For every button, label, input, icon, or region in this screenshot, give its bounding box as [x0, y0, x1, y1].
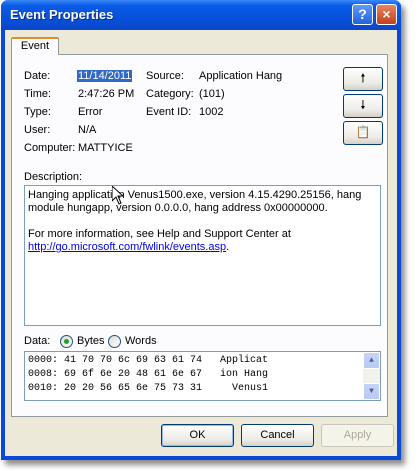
description-text: Hanging application Venus1500.exe, versi… [28, 189, 368, 254]
up-arrow-icon: 🠕 [360, 71, 366, 85]
previous-event-button[interactable]: 🠕 [343, 67, 383, 91]
data-scrollbar[interactable]: ▲ ▼ [363, 352, 380, 400]
source-label: Source: [146, 70, 184, 82]
event-properties-window: Event Properties ? × Event Date: 11/14/2… [1, 0, 401, 460]
link-suffix: . [226, 241, 230, 253]
title-bar[interactable]: Event Properties ? × [1, 0, 401, 30]
user-value: N/A [78, 124, 97, 136]
description-box[interactable]: Hanging application Venus1500.exe, versi… [24, 185, 381, 326]
category-value: (101) [199, 88, 225, 100]
words-radio[interactable] [108, 335, 121, 348]
data-row: 0010: 20 20 56 65 6e 75 73 31 Venus1 [28, 383, 269, 394]
window-title: Event Properties [10, 7, 114, 22]
selected-dot [64, 339, 69, 344]
description-line-3: For more information, see Help and Suppo… [28, 228, 291, 240]
data-box[interactable]: 0000: 41 70 70 6c 69 63 61 74 Applicat 0… [24, 351, 381, 401]
description-line-2: module hungapp, version 0.0.0.0, hang ad… [28, 202, 328, 214]
dialog-client: Event Date: 11/14/2011 Time: 2:47:26 PM … [5, 30, 397, 456]
close-button[interactable]: × [376, 4, 397, 25]
eventid-label: Event ID: [146, 106, 192, 118]
copy-button[interactable]: 📋 [343, 121, 383, 145]
bytes-label[interactable]: Bytes [77, 335, 105, 347]
date-value[interactable]: 11/14/2011 [77, 70, 133, 82]
help-link[interactable]: http://go.microsoft.com/fwlink/events.as… [28, 241, 226, 253]
help-icon: ? [358, 6, 367, 22]
apply-button[interactable]: Apply [321, 424, 394, 447]
data-row: 0000: 41 70 70 6c 69 63 61 74 Applicat [28, 355, 269, 366]
description-line-1: Hanging application Venus1500.exe, versi… [28, 189, 362, 201]
words-label[interactable]: Words [125, 335, 157, 347]
source-value: Application Hang [199, 70, 283, 82]
time-value: 2:47:26 PM [78, 88, 135, 100]
category-label: Category: [146, 88, 194, 100]
close-icon: × [382, 6, 391, 22]
eventid-value: 1002 [199, 106, 224, 118]
down-arrow-icon: 🠗 [360, 98, 366, 112]
user-label: User: [24, 124, 51, 136]
data-label: Data: [24, 335, 51, 347]
cancel-button[interactable]: Cancel [241, 424, 314, 447]
time-label: Time: [24, 88, 52, 100]
copy-icon: 📋 [355, 125, 371, 139]
scroll-down-icon[interactable]: ▼ [363, 383, 380, 400]
scroll-up-icon[interactable]: ▲ [363, 352, 380, 369]
data-row: 0008: 69 6f 6e 20 48 61 6e 67 ion Hang [28, 369, 269, 380]
type-value: Error [78, 106, 103, 118]
computer-value: MATTYICE [78, 142, 133, 154]
type-label: Type: [24, 106, 51, 118]
mouse-cursor-icon [112, 186, 124, 205]
tab-event[interactable]: Event [11, 37, 59, 55]
help-button[interactable]: ? [352, 4, 373, 25]
date-label: Date: [24, 70, 51, 82]
bytes-radio[interactable] [60, 335, 73, 348]
ok-button[interactable]: OK [161, 424, 234, 447]
description-label: Description: [24, 171, 83, 183]
computer-label: Computer: [24, 142, 76, 154]
next-event-button[interactable]: 🠗 [343, 94, 383, 118]
